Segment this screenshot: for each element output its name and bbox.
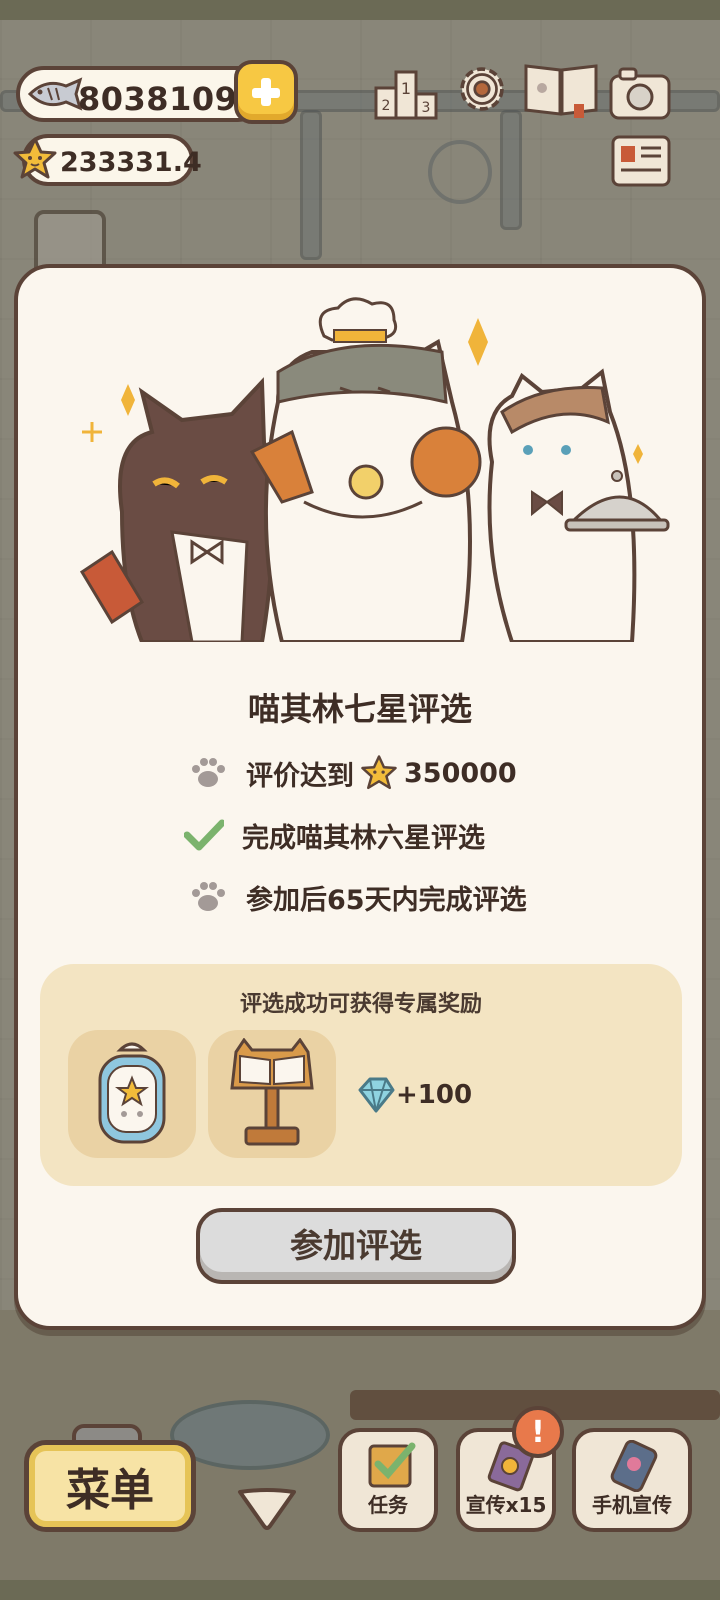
star-icon (361, 755, 397, 790)
tasks-button[interactable]: 任务 (338, 1428, 438, 1532)
modal-title: 喵其林七星评选 (247, 690, 472, 728)
phone-promotion-label: 手机宣传 (592, 1493, 672, 1517)
settings-gear-icon[interactable] (450, 60, 514, 118)
reward-title: 评选成功可获得专属奖励 (239, 992, 482, 1017)
checkmark-icon (184, 819, 224, 851)
recipe-book-icon[interactable] (522, 60, 600, 118)
phone-icon (610, 1440, 658, 1492)
paw-icon (192, 882, 225, 911)
newspaper-icon[interactable] (610, 132, 674, 190)
svg-text:1: 1 (401, 79, 411, 98)
chef-cats-illustration (79, 297, 670, 642)
reward-panel: 评选成功可获得专属奖励 +100 (40, 964, 682, 1186)
add-currency-button[interactable] (234, 60, 298, 124)
reward-item-stand[interactable] (208, 1030, 336, 1158)
requirement-rating: 评价达到 350000 (188, 748, 517, 798)
camera-icon[interactable] (608, 64, 672, 122)
fish-currency-counter: 8038109 (16, 66, 266, 122)
menu-button[interactable]: 菜单 (24, 1440, 196, 1532)
evaluation-modal: 喵其林七星评选 评价达到 350000 完成喵其林六星评选 参加后65天内完成评… (14, 264, 706, 1330)
requirement-time-limit: 参加后65天内完成评选 (188, 872, 527, 922)
leaderboard-icon[interactable]: 1 2 3 (374, 64, 438, 122)
join-evaluation-button[interactable]: 参加评选 (196, 1208, 516, 1284)
reward-item-badge[interactable] (68, 1030, 196, 1158)
promotion-label: 宣传x15 (465, 1493, 547, 1517)
fish-count: 8038109 (78, 80, 238, 118)
requirement-previous-stage: 完成喵其林六星评选 (184, 810, 485, 860)
requirement-value: 350000 (404, 757, 517, 789)
star-badge-frame-icon (98, 1042, 166, 1144)
svg-text:2: 2 (382, 98, 391, 114)
phone-promotion-button[interactable]: 手机宣传 (572, 1428, 692, 1532)
notification-badge: ! (512, 1406, 564, 1458)
tasks-label: 任务 (368, 1493, 408, 1517)
requirement-text: 评价达到 (246, 760, 354, 792)
gem-reward-amount: +100 (396, 1080, 473, 1110)
paw-icon (192, 758, 225, 787)
star-icon (13, 137, 57, 179)
checklist-icon (368, 1442, 416, 1488)
fish-icon (27, 77, 83, 111)
requirement-text: 完成喵其林六星评选 (242, 822, 485, 854)
star-count: 233331.4 (60, 147, 202, 178)
diamond-gem-icon (358, 1077, 395, 1113)
chevron-down-icon[interactable] (236, 1486, 298, 1530)
star-rating-counter: 233331.4 (13, 134, 202, 186)
svg-text:3: 3 (422, 100, 431, 116)
recipe-stand-icon (230, 1038, 314, 1146)
requirement-text: 参加后65天内完成评选 (246, 884, 527, 916)
